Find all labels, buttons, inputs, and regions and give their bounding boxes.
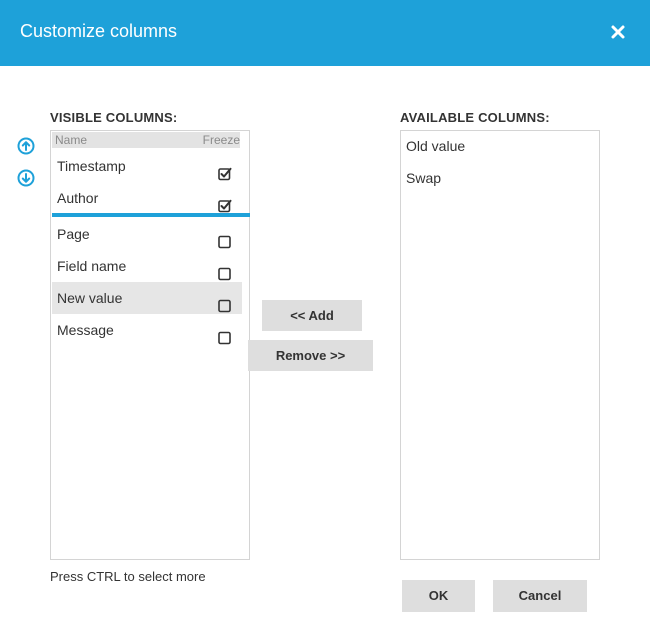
arrow-up-circle-icon[interactable]	[17, 137, 35, 155]
list-item-selected[interactable]: New value	[52, 282, 242, 314]
freeze-checkbox[interactable]	[218, 324, 231, 345]
freeze-checkbox[interactable]	[218, 260, 231, 281]
column-header-freeze: Freeze	[202, 133, 240, 147]
selection-hint: Press CTRL to select more	[50, 569, 206, 584]
list-item-label: Field name	[57, 258, 127, 274]
available-columns-label: AVAILABLE COLUMNS:	[400, 110, 550, 125]
freeze-checkbox[interactable]	[218, 228, 231, 249]
customize-columns-dialog: Customize columns VISIBLE COLUMNS: AVAIL…	[0, 0, 650, 623]
list-item[interactable]: Old value	[406, 138, 465, 154]
list-item[interactable]: Field name	[52, 250, 242, 282]
list-header: Name Freeze	[52, 132, 240, 148]
list-item-label: Page	[57, 226, 90, 242]
dialog-titlebar: Customize columns	[0, 0, 650, 66]
dialog-title: Customize columns	[20, 21, 178, 41]
remove-button[interactable]: Remove >>	[248, 340, 373, 371]
add-button[interactable]: << Add	[262, 300, 362, 331]
list-item[interactable]: Author	[52, 182, 242, 214]
freeze-checkbox[interactable]	[218, 192, 232, 213]
list-item[interactable]: Message	[52, 314, 242, 346]
available-columns-list[interactable]: Old value Swap	[400, 130, 600, 560]
ok-button[interactable]: OK	[402, 580, 475, 612]
list-item-label: Timestamp	[57, 158, 126, 174]
list-item[interactable]: Swap	[406, 170, 441, 186]
list-item[interactable]: Page	[52, 218, 242, 250]
arrow-down-circle-icon[interactable]	[17, 169, 35, 187]
freeze-divider[interactable]	[52, 213, 250, 217]
column-header-name: Name	[55, 133, 88, 147]
cancel-button[interactable]: Cancel	[493, 580, 587, 612]
visible-columns-list[interactable]: Name Freeze Timestamp Author Page Field …	[50, 130, 250, 560]
freeze-checkbox[interactable]	[218, 292, 231, 313]
visible-columns-label: VISIBLE COLUMNS:	[50, 110, 178, 125]
close-icon[interactable]	[607, 21, 629, 43]
list-item-label: Author	[57, 190, 99, 206]
freeze-checkbox[interactable]	[218, 160, 232, 181]
list-item-label: New value	[57, 290, 123, 306]
list-item-label: Message	[57, 322, 114, 338]
list-item[interactable]: Timestamp	[52, 150, 242, 182]
